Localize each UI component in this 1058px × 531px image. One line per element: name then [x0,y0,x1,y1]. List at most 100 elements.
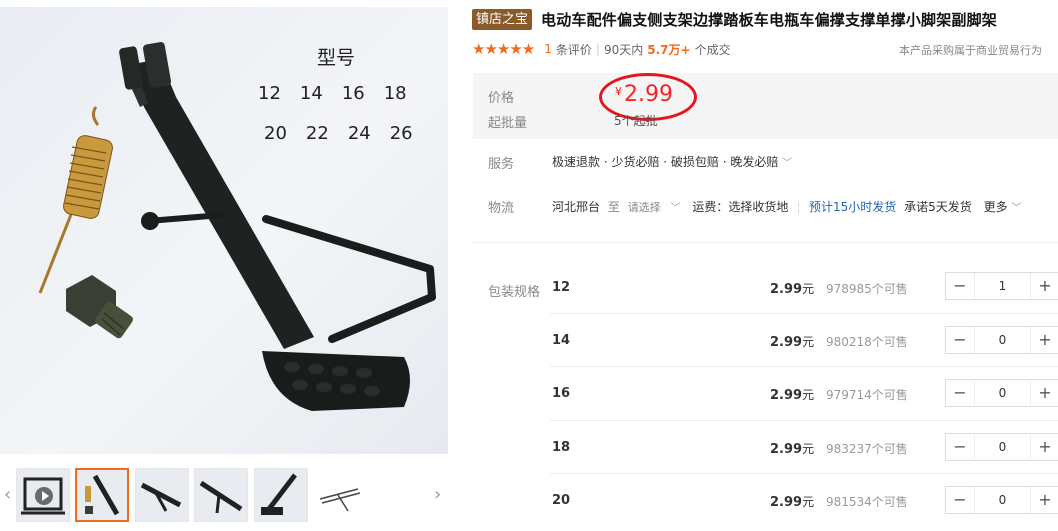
model-size: 14 [299,83,323,104]
quantity-input[interactable]: 0 [974,434,1031,460]
increase-button[interactable]: + [1031,327,1058,353]
model-caption: 型号 [317,47,356,69]
moq-label: 起批量 [488,116,528,131]
star-rating-icon: ★★★★★ [472,40,535,58]
ship-eta: 预计15小时发货 [809,200,897,214]
sku-row: 16 2.99元 979714个可售 − 0 + [550,366,1058,419]
increase-button[interactable]: + [1031,487,1058,513]
sku-price: 2.99元 [770,282,815,297]
main-product-photo[interactable]: 型号 12 14 16 18 20 22 24 26 [0,7,448,454]
sku-label: 包装规格 [488,285,541,300]
model-size-row-1: 12 14 16 18 [258,83,407,104]
prev-thumbnail-button[interactable]: ‹ [4,484,11,505]
increase-button[interactable]: + [1031,273,1058,299]
model-size-row-2: 20 22 24 26 [264,123,413,144]
sku-row: 14 2.99元 980218个可售 − 0 + [550,313,1058,366]
store-badge: 镇店之宝 [472,9,533,30]
service-guarantees[interactable]: 极速退款 · 少货必赔 · 破损包赔 · 晚发必赔 ﹀ [552,153,792,170]
increase-button[interactable]: + [1031,380,1058,406]
next-thumbnail-button[interactable]: › [434,484,441,505]
logistics-label: 物流 [488,201,515,216]
chevron-down-icon[interactable]: ﹀ [1011,203,1021,214]
sku-stock: 983237个可售 [826,442,908,456]
quantity-stepper: − 1 + [945,272,1058,300]
sku-stock: 980218个可售 [826,335,908,349]
service-text: 极速退款 · 少货必赔 · 破损包赔 · 晚发必赔 [552,155,779,169]
section-divider [473,242,1058,243]
kickstand-drawing-icon [319,488,361,512]
model-size: 24 [347,123,371,144]
review-label[interactable]: 条评价 [556,41,592,58]
more-logistics-link[interactable]: 更多 [984,200,1008,214]
quantity-stepper: − 0 + [945,326,1058,354]
purchase-note: 本产品采购属于商业贸易行为 [899,44,1042,57]
sku-price: 2.99元 [770,335,815,350]
sales-count: 5.7万+ [647,42,691,57]
price-panel [473,73,1058,139]
model-size: 12 [258,83,281,104]
quantity-stepper: − 0 + [945,379,1058,407]
sku-price: 2.99元 [770,442,815,457]
kickstand-side-icon [140,482,182,512]
chevron-down-icon[interactable]: ﹀ [671,203,681,214]
decrease-button[interactable]: − [946,327,974,353]
quantity-stepper: − 0 + [945,486,1058,514]
ship-origin: 河北邢台 [552,200,601,214]
chevron-down-icon: ﹀ [782,158,793,169]
sku-price: 2.99元 [770,495,815,510]
thumbnail-kickstand-kit[interactable] [75,468,129,522]
model-size: 26 [389,123,413,144]
sku-name: 18 [552,440,571,455]
sku-name: 16 [552,386,571,401]
kickstand-foot-icon [261,473,297,515]
logistics-row: 河北邢台 至 请选择 ﹀ 运费：选择收货地 预计15小时发货 承诺5天发货 更多… [552,198,1021,215]
destination-select[interactable]: 请选择 [628,201,661,214]
thumbnail-kickstand-side[interactable] [135,468,189,522]
product-title: 电动车配件偏支侧支架边撑踏板车电瓶车偏撑支撑单撑小脚架副脚架 [541,11,998,29]
decrease-button[interactable]: − [946,434,974,460]
decrease-button[interactable]: − [946,273,974,299]
quantity-stepper: − 0 + [945,433,1058,461]
play-icon [35,487,53,505]
sku-name: 14 [552,333,571,348]
sku-stock: 981534个可售 [826,495,908,509]
increase-button[interactable]: + [1031,434,1058,460]
review-count[interactable]: 1 [544,42,552,56]
model-size: 22 [305,123,329,144]
quantity-input[interactable]: 0 [974,380,1031,406]
decrease-button[interactable]: − [946,487,974,513]
quantity-input[interactable]: 0 [974,487,1031,513]
model-size: 20 [264,123,287,144]
sku-row: 20 2.99元 981534个可售 − 0 + [550,473,1058,531]
quantity-input[interactable]: 1 [974,273,1031,299]
thumbnail-kickstand-angle[interactable] [194,468,248,522]
thumbnail-line-drawing[interactable] [313,468,367,522]
shipping-fee: 运费：选择收货地 [692,200,789,214]
thumbnail-kickstand-foot[interactable] [254,468,308,522]
divider: | [595,42,600,56]
kickstand-kit-icon [85,474,120,516]
sku-row: 18 2.99元 983237个可售 − 0 + [550,420,1058,473]
moq-value: 5个起批 [614,114,658,128]
rating-row: ★★★★★ 1 条评价 | 90天内 5.7万+ 个成交 [472,40,731,58]
model-size: 16 [341,83,365,104]
sku-name: 12 [552,280,571,295]
thumbnail-strip: ‹ › [0,464,448,526]
price-label: 价格 [488,91,515,106]
service-label: 服务 [488,157,515,172]
sales-suffix: 个成交 [694,42,731,57]
sku-price: 2.99元 [770,388,815,403]
decrease-button[interactable]: − [946,380,974,406]
thumbnail-video[interactable] [16,468,70,522]
sku-row: 12 2.99元 978985个可售 − 1 + [550,260,1058,313]
model-size: 18 [383,83,407,104]
sku-stock: 979714个可售 [826,388,908,402]
quantity-input[interactable]: 0 [974,327,1031,353]
ship-promise: 承诺5天发货 [904,200,972,214]
sales-period: 90天内 [603,42,644,57]
sku-stock: 978985个可售 [826,282,908,296]
ship-to-label: 至 [607,200,620,214]
kickstand-angle-icon [199,480,243,514]
sku-name: 20 [552,493,571,508]
kickstand-illustration [38,42,436,411]
